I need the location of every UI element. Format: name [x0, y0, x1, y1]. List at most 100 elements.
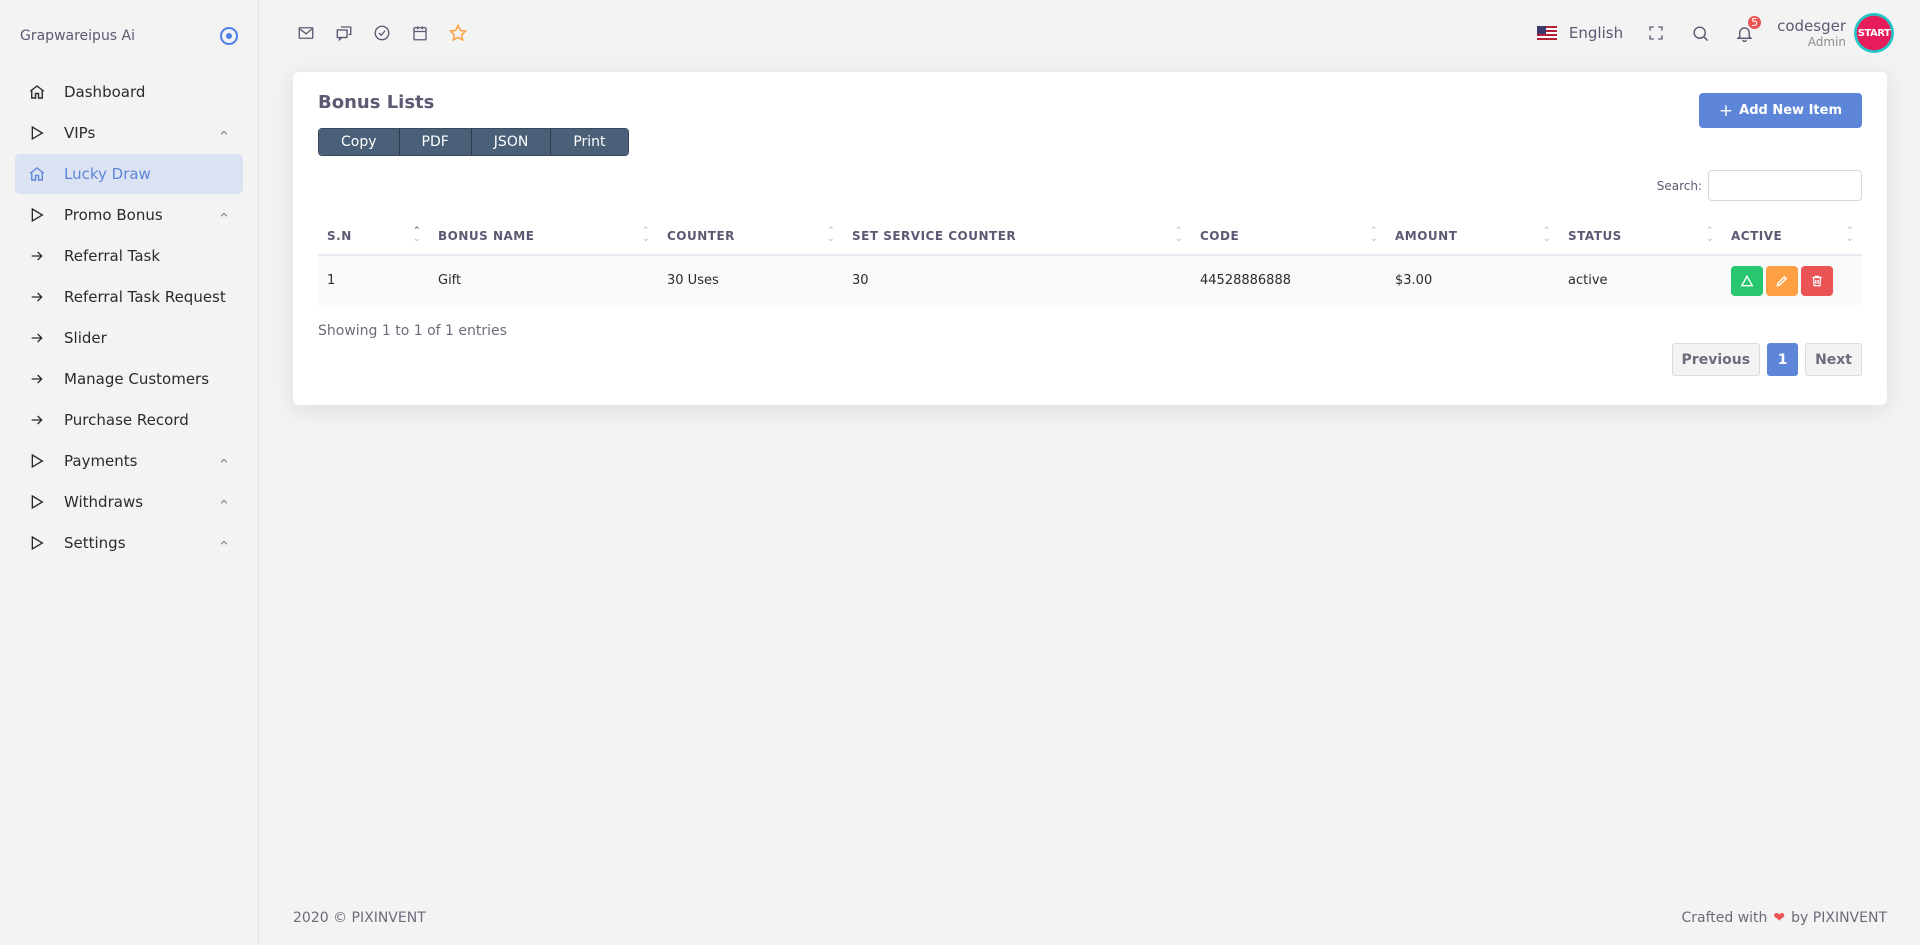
chevron-up-icon	[218, 496, 230, 508]
column-header-bonus-name[interactable]: BONUS NAME ⌃ ⌄	[429, 218, 658, 256]
bonus-list-card: Bonus Lists Copy PDF JSON Print + Add New I…	[293, 72, 1887, 405]
sort-icon: ⌃ ⌄	[1542, 226, 1551, 244]
chat-icon[interactable]	[333, 22, 355, 44]
play-icon	[28, 493, 46, 511]
chevron-up-icon	[218, 127, 230, 139]
sort-icon: ⌃ ⌄	[826, 226, 835, 244]
sidebar-item-label: Withdraws	[64, 493, 144, 511]
sidebar-item-payments[interactable]: Payments	[15, 441, 243, 481]
page-button-current[interactable]: 1	[1767, 343, 1799, 376]
cell-amount: $3.00	[1386, 255, 1559, 305]
brand-name[interactable]: Grapwareipus Ai	[20, 28, 135, 44]
column-header-s-n[interactable]: S.N ⌃ ⌄	[318, 218, 429, 256]
footer-credit: Crafted with ❤ by PIXINVENT	[1681, 910, 1887, 926]
add-new-item-label: Add New Item	[1739, 103, 1842, 118]
check-circle-icon[interactable]	[371, 22, 393, 44]
bonus-table: S.N ⌃ ⌄ BONUS NAME ⌃ ⌄ COUNTER ⌃ ⌄ SET SERVICE CO…	[318, 218, 1862, 305]
sort-icon: ⌃ ⌄	[1369, 226, 1378, 244]
user-dropdown[interactable]: codesger Admin START	[1777, 13, 1894, 53]
sidebar-item-label: Purchase Record	[64, 411, 189, 429]
language-dropdown[interactable]: English	[1536, 24, 1623, 42]
footer: 2020 © PIXINVENT Crafted with ❤ by PIXINVE…	[293, 910, 1887, 926]
previous-page-button[interactable]: Previous	[1671, 343, 1761, 376]
table-info: Showing 1 to 1 of 1 entries	[318, 323, 507, 339]
column-header-label: S.N	[327, 229, 352, 243]
sidebar-item-dashboard[interactable]: Dashboard	[15, 72, 243, 112]
column-header-label: BONUS NAME	[438, 229, 535, 243]
column-header-counter[interactable]: COUNTER ⌃ ⌄	[658, 218, 843, 256]
column-header-label: COUNTER	[667, 229, 735, 243]
table-search: Search:	[1657, 170, 1862, 201]
play-icon	[28, 124, 46, 142]
sidebar-item-referral-task-request[interactable]: Referral Task Request	[15, 277, 243, 317]
trash-icon	[1812, 275, 1822, 286]
play-icon	[28, 534, 46, 552]
page-title: Bonus Lists	[318, 92, 435, 113]
export-button-group: Copy PDF JSON Print	[318, 128, 629, 156]
footer-credit-prefix: Crafted with	[1681, 910, 1768, 926]
mail-icon[interactable]	[295, 22, 317, 44]
pdf-button[interactable]: PDF	[399, 129, 472, 155]
column-header-status[interactable]: STATUS ⌃ ⌄	[1559, 218, 1722, 256]
column-header-label: ACTIVE	[1731, 229, 1783, 243]
sidebar-item-withdraws[interactable]: Withdraws	[15, 482, 243, 522]
sidebar-item-purchase-record[interactable]: Purchase Record	[15, 400, 243, 440]
sidebar-item-label: Referral Task Request	[64, 288, 226, 306]
edit-button[interactable]	[1766, 265, 1798, 296]
column-header-code[interactable]: CODE ⌃ ⌄	[1191, 218, 1386, 256]
sidebar-item-manage-customers[interactable]: Manage Customers	[15, 359, 243, 399]
delete-button[interactable]	[1801, 265, 1833, 296]
sort-icon: ⌃ ⌄	[1845, 226, 1854, 244]
column-header-label: CODE	[1200, 229, 1240, 243]
print-button[interactable]: Print	[551, 129, 628, 155]
sidebar-item-label: VIPs	[64, 124, 96, 142]
cell-code: 44528886888	[1191, 255, 1386, 305]
add-new-item-button[interactable]: + Add New Item	[1698, 93, 1862, 128]
json-button[interactable]: JSON	[471, 129, 552, 155]
sidebar-item-label: Settings	[64, 534, 126, 552]
sidebar-item-label: Referral Task	[64, 247, 161, 265]
fullscreen-icon[interactable]	[1645, 22, 1667, 44]
sidebar-item-vips[interactable]: VIPs	[15, 113, 243, 153]
sidebar-item-label: Payments	[64, 452, 138, 470]
arrow-right-icon	[28, 247, 46, 265]
chevron-up-icon	[218, 537, 230, 549]
user-name: codesger	[1777, 17, 1846, 35]
bell-icon[interactable]: 5	[1733, 14, 1764, 44]
search-label: Search:	[1656, 178, 1702, 193]
home-icon	[28, 165, 46, 183]
plus-icon: +	[1718, 100, 1734, 121]
sidebar-toggle-icon[interactable]	[220, 27, 238, 45]
copy-button[interactable]: Copy	[319, 129, 400, 155]
arrow-right-icon	[28, 288, 46, 306]
next-page-button[interactable]: Next	[1805, 343, 1862, 376]
sidebar-item-promo-bonus[interactable]: Promo Bonus	[15, 195, 243, 235]
sidebar-item-referral-task[interactable]: Referral Task	[15, 236, 243, 276]
search-input[interactable]	[1708, 170, 1862, 201]
sidebar-item-settings[interactable]: Settings	[15, 523, 243, 563]
column-header-active[interactable]: ACTIVE ⌃ ⌄	[1722, 218, 1862, 256]
sidebar-item-lucky-draw[interactable]: Lucky Draw	[15, 154, 243, 194]
star-icon[interactable]	[447, 22, 469, 44]
calendar-icon[interactable]	[409, 22, 431, 44]
play-icon	[28, 452, 46, 470]
row-actions	[1731, 265, 1853, 296]
column-header-set-service-counter[interactable]: SET SERVICE COUNTER ⌃ ⌄	[843, 218, 1191, 256]
column-header-amount[interactable]: AMOUNT ⌃ ⌄	[1386, 218, 1559, 256]
user-role: Admin	[1807, 35, 1846, 49]
sort-icon: ⌃ ⌄	[412, 226, 421, 244]
cell-actions	[1722, 255, 1862, 305]
footer-copyright: 2020 © PIXINVENT	[293, 910, 426, 926]
brand: Grapwareipus Ai	[0, 0, 258, 72]
pagination: Previous 1 Next	[1671, 343, 1862, 376]
sidebar-item-slider[interactable]: Slider	[15, 318, 243, 358]
sidebar-item-label: Manage Customers	[64, 370, 210, 388]
avatar[interactable]: START	[1854, 13, 1894, 53]
toggle-status-button[interactable]	[1731, 265, 1763, 296]
search-icon[interactable]	[1689, 22, 1711, 44]
user-info: codesger Admin	[1777, 17, 1846, 49]
cell-counter: 30 Uses	[658, 255, 843, 305]
sort-icon: ⌃ ⌄	[1705, 226, 1714, 244]
arrow-right-icon	[28, 411, 46, 429]
sort-icon: ⌃ ⌄	[641, 226, 650, 244]
